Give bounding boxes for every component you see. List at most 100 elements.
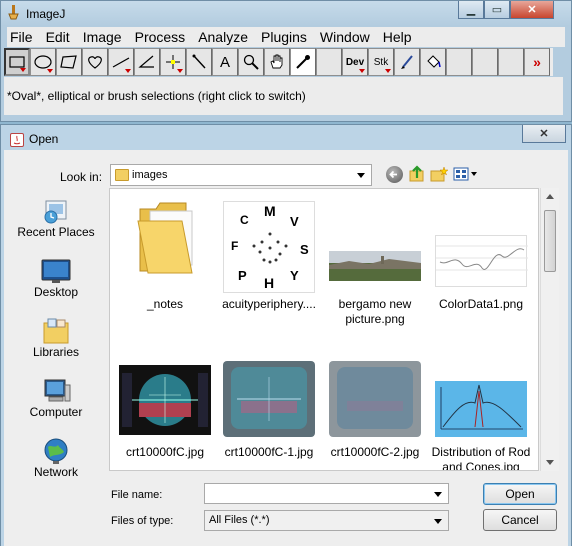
look-in-label: Look in: (60, 170, 103, 184)
wand-tool[interactable] (186, 48, 212, 76)
place-computer[interactable]: Computer (9, 373, 103, 429)
blank-tool-2[interactable] (446, 48, 472, 76)
scroll-up-icon[interactable] (546, 194, 554, 199)
place-label: Desktop (33, 285, 79, 299)
polygon-tool[interactable] (56, 48, 82, 76)
chevron-down-icon[interactable] (434, 519, 442, 524)
open-button[interactable]: Open (483, 483, 557, 505)
file-item[interactable]: M C V F S P H Y acuityperiphery.... (216, 195, 322, 335)
dev-tool[interactable]: Dev (342, 48, 368, 76)
imagej-title: ImageJ (26, 7, 66, 21)
line-tool[interactable] (108, 48, 134, 76)
scroll-down-icon[interactable] (546, 460, 554, 465)
blank-tool-1[interactable] (316, 48, 342, 76)
view-menu-icon[interactable] (453, 166, 479, 182)
acuity-letter: F (231, 239, 238, 253)
cancel-button[interactable]: Cancel (483, 509, 557, 531)
files-of-type-label: Files of type: (111, 515, 174, 527)
place-desktop[interactable]: Desktop (9, 253, 103, 309)
file-name: Distribution of Rod and Cones.jpg (431, 445, 531, 471)
crt-thumbnail (119, 365, 211, 435)
magnifier-tool[interactable] (238, 48, 264, 76)
imagej-app-icon (7, 5, 21, 20)
file-item[interactable]: crt10000fC-1.jpg (216, 359, 322, 470)
file-name: ColorData1.png (438, 297, 524, 311)
menu-edit[interactable]: Edit (43, 27, 77, 47)
oval-tool[interactable] (30, 48, 56, 76)
file-item[interactable]: bergamo new picture.png (322, 195, 428, 335)
look-in-combo[interactable]: images (110, 164, 372, 186)
file-name-input[interactable] (204, 483, 449, 504)
crt-thumbnail (329, 361, 421, 437)
back-icon[interactable] (386, 166, 403, 183)
blank-tool-4[interactable] (498, 48, 524, 76)
hand-tool[interactable] (264, 48, 290, 76)
maximize-button[interactable]: ▭ (484, 1, 510, 19)
menu-window[interactable]: Window (317, 27, 377, 47)
freehand-tool[interactable] (82, 48, 108, 76)
vertical-scrollbar[interactable] (540, 188, 559, 471)
acuity-letter: H (264, 275, 274, 291)
file-item[interactable]: Distribution of Rod and Cones.jpg (428, 359, 534, 471)
file-list[interactable]: _notes M C V F S P H Y acuityperiphery..… (109, 188, 539, 471)
brush-tool[interactable] (394, 48, 420, 76)
close-button[interactable]: ✕ (510, 1, 554, 19)
file-name: crt10000fC-2.jpg (330, 445, 420, 459)
imagej-window: ImageJ ▁ ▭ ✕ File Edit Image Process Ana… (0, 0, 572, 122)
imagej-window-controls: ▁ ▭ ✕ (458, 1, 554, 19)
menu-file[interactable]: File (7, 27, 40, 47)
dropper-tool[interactable] (290, 48, 316, 76)
rectangle-tool[interactable] (4, 48, 30, 76)
angle-tool[interactable] (134, 48, 160, 76)
scroll-thumb[interactable] (544, 210, 556, 272)
menu-analyze[interactable]: Analyze (195, 27, 255, 47)
minimize-button[interactable]: ▁ (458, 1, 484, 19)
folder-icon (115, 169, 129, 181)
folder-icon (134, 199, 196, 281)
acuity-thumbnail: M C V F S P H Y (223, 201, 315, 293)
acuity-letter: Y (290, 268, 299, 283)
file-name: bergamo new picture.png (338, 297, 412, 326)
acuity-letter: S (300, 242, 309, 257)
menu-help[interactable]: Help (380, 27, 419, 47)
files-of-type-value: All Files (*.*) (209, 514, 270, 526)
menu-process[interactable]: Process (132, 27, 193, 47)
place-label: Recent Places (17, 225, 95, 239)
menu-image[interactable]: Image (80, 27, 129, 47)
file-name: acuityperiphery.... (222, 297, 316, 311)
files-of-type-select[interactable]: All Files (*.*) (204, 510, 449, 531)
new-folder-icon[interactable] (430, 165, 449, 183)
place-label: Network (33, 465, 78, 479)
place-label: Computer (29, 405, 83, 419)
desktop-icon (41, 257, 71, 285)
computer-icon (41, 377, 71, 405)
crt-thumbnail (223, 361, 315, 437)
point-tool[interactable] (160, 48, 186, 76)
file-item[interactable]: crt10000fC.jpg (112, 359, 218, 470)
file-item[interactable]: ColorData1.png (428, 195, 534, 335)
acuity-letter: V (290, 214, 299, 229)
file-item[interactable]: _notes (112, 195, 218, 335)
colordata-thumbnail (435, 235, 528, 287)
place-network[interactable]: Network (9, 433, 103, 489)
chevron-down-icon (357, 173, 365, 178)
file-item[interactable]: crt10000fC-2.jpg (322, 359, 428, 470)
menu-bar: File Edit Image Process Analyze Plugins … (7, 27, 565, 47)
menu-plugins[interactable]: Plugins (258, 27, 314, 47)
more-tools-button[interactable]: » (524, 48, 550, 76)
place-label: Libraries (32, 345, 80, 359)
status-bar: *Oval*, elliptical or brush selections (… (4, 77, 563, 115)
blank-tool-3[interactable] (472, 48, 498, 76)
stk-tool[interactable]: Stk (368, 48, 394, 76)
java-icon (10, 133, 24, 147)
text-tool[interactable]: A (212, 48, 238, 76)
dialog-window-controls: ✕ (522, 125, 566, 143)
chevron-down-icon[interactable] (434, 492, 442, 497)
up-folder-icon[interactable] (408, 165, 426, 183)
file-name-label: File name: (111, 489, 163, 501)
look-in-value: images (132, 169, 168, 181)
place-libraries[interactable]: Libraries (9, 313, 103, 369)
dialog-close-button[interactable]: ✕ (522, 125, 566, 143)
flood-fill-tool[interactable] (420, 48, 446, 76)
place-recent-places[interactable]: Recent Places (9, 193, 103, 249)
